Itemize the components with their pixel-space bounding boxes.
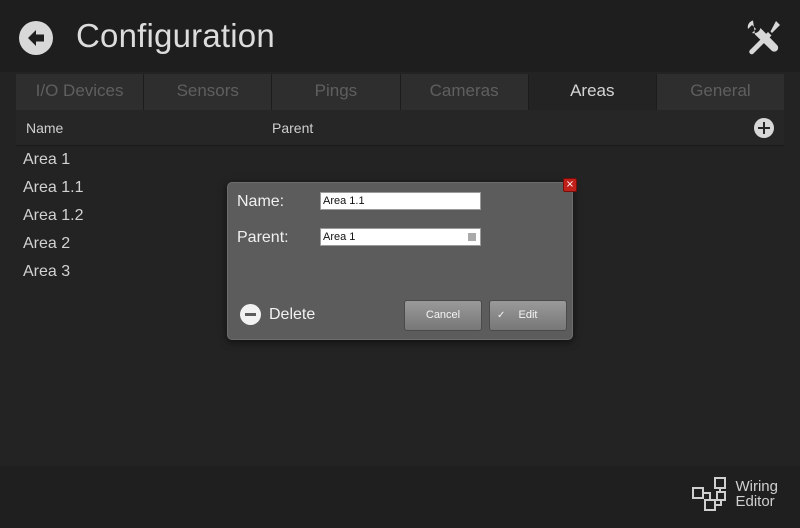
edit-button[interactable]: ✓ Edit bbox=[489, 300, 567, 331]
tools-icon[interactable] bbox=[746, 19, 782, 55]
delete-button[interactable]: Delete bbox=[240, 304, 315, 325]
delete-label: Delete bbox=[269, 305, 316, 323]
name-label: Name: bbox=[237, 193, 285, 210]
wiring-editor-icon bbox=[692, 477, 727, 511]
parent-select[interactable]: Area 1 bbox=[320, 228, 481, 246]
tab-general[interactable]: General bbox=[656, 74, 785, 110]
add-area-button[interactable] bbox=[754, 118, 774, 138]
back-arrow-icon bbox=[28, 30, 44, 46]
table-row[interactable]: Area 1 bbox=[16, 148, 784, 176]
column-header-parent[interactable]: Parent bbox=[272, 120, 313, 136]
edit-label: Edit bbox=[518, 309, 538, 321]
tab-areas[interactable]: Areas bbox=[528, 74, 657, 110]
list-icon bbox=[468, 233, 476, 241]
page-title: Configuration bbox=[76, 17, 275, 54]
column-header-name[interactable]: Name bbox=[26, 120, 63, 136]
tab-pings[interactable]: Pings bbox=[272, 74, 401, 110]
tab-bar: I/O Devices Sensors Pings Cameras Areas … bbox=[16, 74, 785, 110]
close-dialog-button[interactable]: × bbox=[563, 178, 577, 192]
parent-select-value: Area 1 bbox=[323, 231, 356, 243]
name-input[interactable]: Area 1.1 bbox=[320, 192, 481, 210]
wiring-editor-label: Wiring Editor bbox=[735, 478, 778, 510]
header: Configuration bbox=[0, 0, 800, 72]
tab-io-devices[interactable]: I/O Devices bbox=[16, 74, 145, 110]
cancel-button[interactable]: Cancel bbox=[404, 300, 482, 331]
tab-sensors[interactable]: Sensors bbox=[144, 74, 273, 110]
tab-cameras[interactable]: Cameras bbox=[400, 74, 529, 110]
checkmark-icon: ✓ bbox=[497, 310, 506, 321]
minus-circle-icon bbox=[240, 304, 261, 325]
wiring-editor-button[interactable]: Wiring Editor bbox=[691, 476, 778, 512]
table-header: Name Parent bbox=[16, 110, 784, 146]
edit-area-dialog: × Name: Area 1.1 Parent: Area 1 Delete C… bbox=[227, 178, 577, 340]
parent-label: Parent: bbox=[237, 229, 289, 246]
back-button[interactable] bbox=[19, 21, 53, 55]
footer: Wiring Editor bbox=[0, 466, 800, 528]
